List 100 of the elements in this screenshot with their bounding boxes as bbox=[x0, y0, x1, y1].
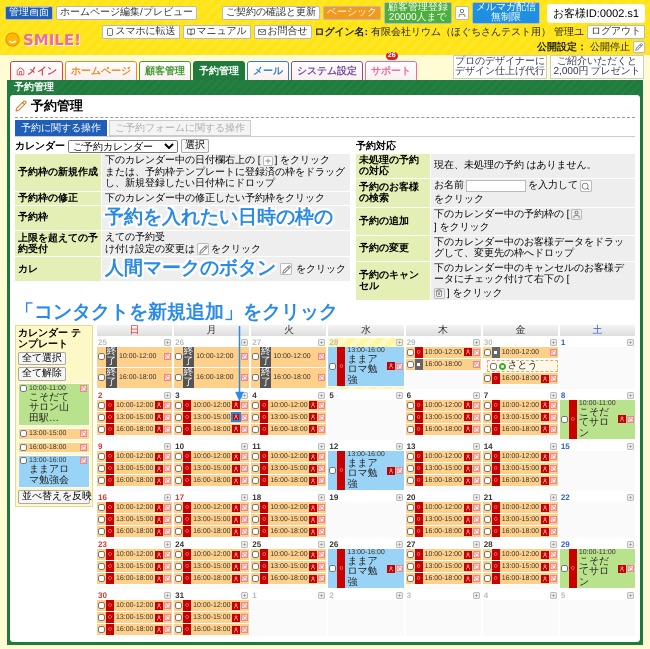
pencil-icon[interactable] bbox=[633, 41, 645, 53]
slot-checkbox[interactable] bbox=[252, 551, 260, 558]
slot-checkbox[interactable] bbox=[252, 374, 260, 382]
slot-checkbox[interactable] bbox=[175, 516, 182, 524]
person-icon[interactable] bbox=[464, 562, 472, 571]
copy-icon[interactable] bbox=[80, 384, 87, 392]
copy-icon[interactable] bbox=[241, 414, 248, 421]
person-icon[interactable] bbox=[155, 413, 164, 422]
slot-checkbox[interactable] bbox=[98, 453, 105, 460]
copy-icon[interactable] bbox=[164, 551, 172, 558]
person-icon[interactable] bbox=[155, 528, 164, 536]
person-icon[interactable] bbox=[464, 348, 472, 356]
header-link[interactable]: お問合せ bbox=[254, 25, 312, 39]
person-icon[interactable] bbox=[232, 464, 240, 473]
person-icon[interactable] bbox=[618, 564, 626, 573]
person-icon[interactable] bbox=[155, 516, 164, 524]
copy-icon[interactable] bbox=[318, 426, 326, 433]
person-icon[interactable] bbox=[155, 626, 164, 634]
slot-checkbox[interactable] bbox=[175, 504, 182, 512]
copy-icon[interactable] bbox=[318, 453, 326, 460]
person-icon[interactable] bbox=[618, 415, 626, 424]
copy-icon[interactable] bbox=[472, 465, 480, 472]
person-icon[interactable] bbox=[464, 476, 472, 485]
slot-checkbox[interactable] bbox=[484, 375, 491, 382]
copy-icon[interactable] bbox=[80, 457, 87, 464]
copy-icon[interactable] bbox=[241, 528, 248, 536]
copy-icon[interactable] bbox=[472, 348, 480, 356]
person-icon[interactable] bbox=[309, 401, 318, 410]
person-icon[interactable] bbox=[464, 464, 472, 473]
person-icon[interactable] bbox=[540, 574, 549, 583]
person-icon[interactable] bbox=[386, 564, 395, 573]
person-icon[interactable] bbox=[464, 425, 472, 434]
slot-checkbox[interactable] bbox=[406, 477, 414, 484]
person-icon[interactable] bbox=[464, 401, 472, 410]
copy-icon[interactable] bbox=[472, 453, 480, 460]
copy-icon[interactable] bbox=[396, 362, 403, 370]
person-icon[interactable] bbox=[309, 452, 318, 461]
copy-icon[interactable] bbox=[241, 453, 248, 460]
copy-icon[interactable] bbox=[164, 477, 172, 484]
copy-icon[interactable] bbox=[164, 626, 172, 634]
copy-icon[interactable] bbox=[164, 575, 172, 582]
copy-icon[interactable] bbox=[318, 477, 326, 484]
nav-tab[interactable]: システム設定 bbox=[291, 61, 363, 80]
copy-icon[interactable] bbox=[318, 504, 326, 512]
slot-checkbox[interactable] bbox=[98, 516, 105, 524]
slot-checkbox[interactable] bbox=[484, 528, 491, 536]
slot-checkbox[interactable] bbox=[98, 626, 105, 634]
person-icon[interactable] bbox=[155, 614, 164, 622]
slot-checkbox[interactable] bbox=[329, 362, 336, 370]
header-link[interactable]: スマホに転送 bbox=[102, 25, 180, 39]
slot-checkbox[interactable] bbox=[406, 402, 414, 409]
copy-icon[interactable] bbox=[318, 551, 326, 558]
slot-checkbox[interactable] bbox=[98, 551, 105, 558]
person-icon[interactable] bbox=[540, 476, 549, 485]
copy-icon[interactable] bbox=[550, 348, 557, 356]
person-icon[interactable] bbox=[309, 528, 318, 536]
copy-icon[interactable] bbox=[318, 402, 326, 409]
copy-icon[interactable] bbox=[164, 353, 172, 360]
slot-checkbox[interactable] bbox=[98, 528, 105, 536]
nav-tab[interactable]: メール bbox=[247, 61, 289, 80]
slot-checkbox[interactable] bbox=[175, 614, 182, 622]
booking-entry[interactable]: さとう bbox=[486, 360, 558, 372]
editor-button[interactable]: ホームページ編集/プレビュー bbox=[56, 6, 197, 20]
person-icon[interactable] bbox=[155, 504, 164, 512]
slot-checkbox[interactable] bbox=[252, 465, 260, 472]
slot-checkbox[interactable] bbox=[406, 563, 414, 570]
copy-icon[interactable] bbox=[318, 528, 326, 536]
slot-checkbox[interactable] bbox=[175, 626, 182, 634]
template-button[interactable]: 全て選択 bbox=[18, 352, 66, 366]
copy-icon[interactable] bbox=[164, 402, 172, 409]
copy-icon[interactable] bbox=[164, 374, 172, 382]
person-icon[interactable] bbox=[540, 425, 549, 434]
person-icon[interactable] bbox=[155, 476, 164, 485]
slot-checkbox[interactable] bbox=[175, 465, 182, 472]
slot-checkbox[interactable] bbox=[484, 348, 491, 356]
slot-checkbox[interactable] bbox=[252, 563, 260, 570]
slot-checkbox[interactable] bbox=[98, 402, 105, 409]
person-icon[interactable] bbox=[232, 602, 240, 610]
slot-checkbox[interactable] bbox=[406, 360, 414, 368]
admin-button[interactable]: 管理画面 bbox=[5, 6, 53, 20]
slot-checkbox[interactable] bbox=[252, 414, 260, 421]
slot-checkbox[interactable] bbox=[98, 465, 105, 472]
slot-checkbox[interactable] bbox=[406, 465, 414, 472]
slot-checkbox[interactable] bbox=[406, 504, 414, 512]
copy-icon[interactable] bbox=[318, 353, 326, 360]
slot-checkbox[interactable] bbox=[175, 374, 182, 382]
person-icon[interactable] bbox=[386, 466, 395, 475]
person-icon[interactable] bbox=[232, 425, 240, 434]
copy-icon[interactable] bbox=[472, 477, 480, 484]
copy-icon[interactable] bbox=[164, 614, 172, 622]
copy-icon[interactable] bbox=[164, 414, 172, 421]
slot-checkbox[interactable] bbox=[484, 575, 491, 582]
copy-icon[interactable] bbox=[472, 360, 480, 368]
copy-icon[interactable] bbox=[241, 426, 248, 433]
person-icon[interactable] bbox=[309, 464, 318, 473]
copy-icon[interactable] bbox=[550, 375, 557, 382]
person-icon[interactable] bbox=[155, 550, 164, 559]
copy-icon[interactable] bbox=[472, 426, 480, 433]
copy-icon[interactable] bbox=[472, 563, 480, 570]
slot-checkbox[interactable] bbox=[406, 426, 414, 433]
